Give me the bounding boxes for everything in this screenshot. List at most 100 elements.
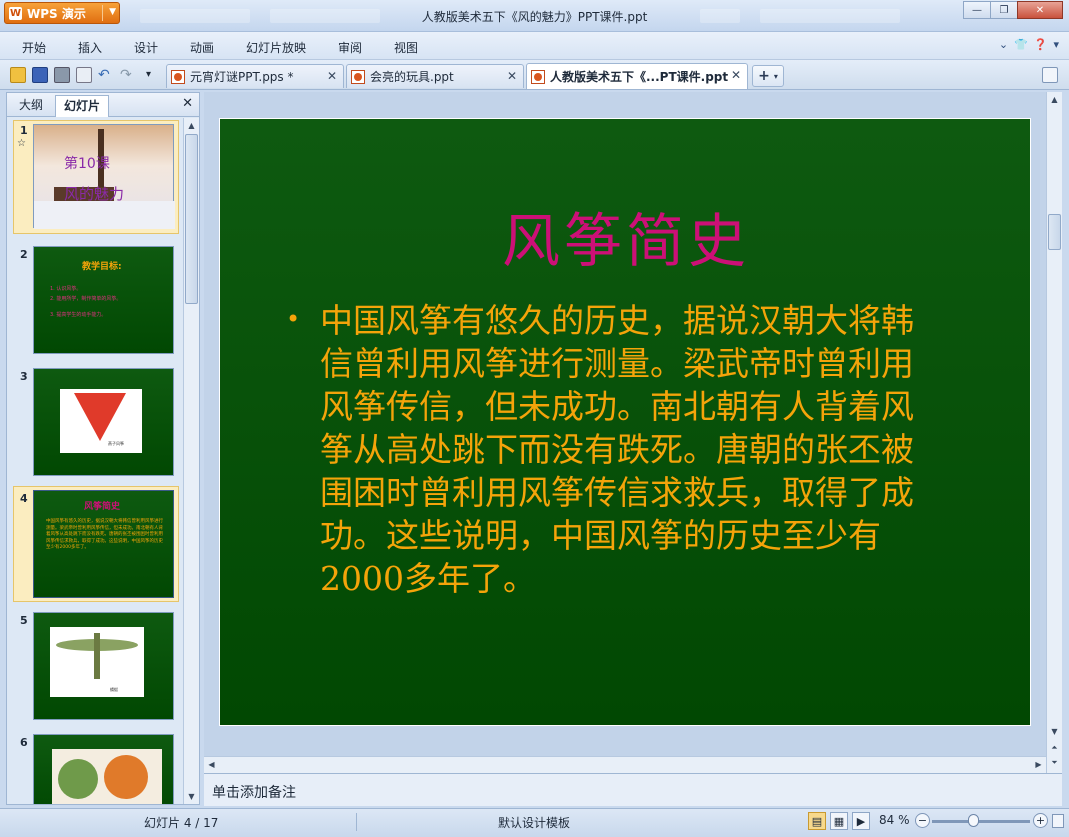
thumbnail-list: 1 ☆ 第10课 风的魅力 2 教学目标: 1. 认识风筝。 2. 能用所学，制…: [7, 118, 185, 804]
previous-slide-icon[interactable]: ⏶: [1047, 740, 1062, 755]
orange-fish-shape: [104, 755, 148, 799]
slide-body-text[interactable]: 中国风筝有悠久的历史，据说汉朝大将韩信曾利用风筝进行测量。梁武帝时曾利用风筝传信…: [320, 299, 940, 600]
thumbnail-number: 2: [20, 248, 28, 261]
thumbnail-number: 5: [20, 614, 28, 627]
tab-document-1[interactable]: 元宵灯谜PPT.pps * ✕: [166, 64, 344, 88]
design-template[interactable]: 默认设计模板: [498, 814, 570, 831]
tab-outline[interactable]: 大纲: [11, 95, 51, 117]
redo-icon[interactable]: ↷: [120, 67, 136, 83]
zoom-out-icon[interactable]: −: [915, 813, 930, 828]
scroll-up-icon[interactable]: ▲: [184, 118, 199, 133]
slide-thumbnail-1[interactable]: 第10课 风的魅力: [33, 124, 175, 229]
star-icon: ☆: [17, 138, 26, 149]
notes-placeholder[interactable]: 单击添加备注: [212, 782, 296, 802]
green-fish-shape: [58, 759, 98, 799]
slide-panel: 大纲 幻灯片 ✕ 1 ☆ 第10课 风的魅力 2 教学目标: 1. 认识风筝。 …: [6, 92, 200, 805]
slide-counter: 幻灯片 4 / 17: [144, 816, 219, 830]
red-kite-shape: [74, 393, 126, 441]
minimize-button[interactable]: —: [963, 1, 991, 19]
thumb-line: 1. 认识风筝。: [50, 286, 82, 292]
thumbnail-number: 4: [20, 492, 28, 505]
normal-view-icon[interactable]: ▤: [808, 812, 826, 830]
undo-icon[interactable]: ↶: [98, 67, 114, 83]
current-slide[interactable]: 风筝简史 • 中国风筝有悠久的历史，据说汉朝大将韩信曾利用风筝进行测量。梁武帝时…: [219, 118, 1031, 726]
zoom-slider-knob[interactable]: [968, 814, 979, 827]
menu-slideshow[interactable]: 幻灯片放映: [246, 39, 306, 56]
tab-document-2[interactable]: 会亮的玩具.ppt ✕: [346, 64, 524, 88]
horizontal-scrollbar[interactable]: ◀ ▶: [204, 756, 1046, 773]
close-button[interactable]: ✕: [1017, 1, 1063, 19]
ppt-file-icon: [531, 69, 545, 84]
print-icon[interactable]: [54, 67, 70, 83]
menu-review[interactable]: 审阅: [338, 39, 362, 56]
slide-thumbnail-3[interactable]: 燕子风筝: [33, 368, 174, 476]
ppt-file-icon: [171, 69, 185, 84]
slide-thumbnail-6[interactable]: [33, 734, 174, 804]
next-slide-icon[interactable]: ⏷: [1047, 755, 1062, 770]
dragonfly-image: 蜻蜓: [50, 627, 144, 697]
ribbon-collapse-icon[interactable]: ⌄: [999, 38, 1008, 51]
help-icon[interactable]: ❓: [1034, 38, 1048, 51]
customize-toolbar-icon[interactable]: ▾: [146, 67, 162, 83]
slide-thumbnail-4[interactable]: 风筝简史 中国风筝有悠久的历史，据说汉朝大将韩信曾利用风筝进行测量。梁武帝时曾利…: [33, 490, 174, 598]
tab-slides[interactable]: 幻灯片: [55, 95, 110, 117]
fit-window-icon[interactable]: [1052, 814, 1064, 828]
slide-thumbnail-5[interactable]: 蜻蜓: [33, 612, 174, 720]
fish-kite-image: [52, 749, 162, 804]
thumbnail-number: 1: [20, 124, 28, 137]
slide-title[interactable]: 风筝简史: [220, 194, 1032, 278]
close-panel-icon[interactable]: ✕: [182, 96, 193, 111]
menu-insert[interactable]: 插入: [78, 39, 102, 56]
scrollbar-thumb[interactable]: [1048, 214, 1061, 250]
slide-sorter-icon[interactable]: ▦: [830, 812, 848, 830]
thumb-heading: 风筝简史: [84, 502, 121, 512]
tab-label: 会亮的玩具.ppt: [370, 70, 454, 84]
bullet-icon: •: [286, 305, 301, 333]
print-preview-icon[interactable]: [76, 67, 92, 83]
skin-shirt-icon[interactable]: 👕: [1014, 38, 1028, 51]
close-tab-icon[interactable]: ✕: [731, 68, 741, 82]
scroll-down-icon[interactable]: ▼: [184, 789, 199, 804]
new-tab-button[interactable]: + ▾: [752, 65, 784, 87]
scroll-down-icon[interactable]: ▼: [1047, 724, 1062, 739]
thumb-line: 2. 能用所学，制作简单的风筝。: [50, 296, 122, 302]
scrollbar-thumb[interactable]: [185, 134, 198, 304]
zoom-slider[interactable]: [932, 820, 1030, 823]
help-dropdown-icon[interactable]: ▾: [1053, 38, 1059, 51]
close-tab-icon[interactable]: ✕: [507, 69, 517, 83]
scroll-right-icon[interactable]: ▶: [1031, 757, 1046, 772]
thumbnail-number: 3: [20, 370, 28, 383]
ppt-file-icon: [351, 69, 365, 84]
title-bar: W WPS 演示 ▼ 人教版美术五下《风的魅力》PPT课件.ppt — ❐ ✕: [0, 0, 1069, 32]
save-icon[interactable]: [32, 67, 48, 83]
image-caption: 燕子风筝: [108, 441, 124, 446]
close-tab-icon[interactable]: ✕: [327, 69, 337, 83]
kite-image: 燕子风筝: [60, 389, 142, 453]
thumb-body: 中国风筝有悠久的历史，据说汉朝大将韩信曾利用风筝进行测量。梁武帝时曾利用风筝传信…: [46, 519, 163, 550]
window-title: 人教版美术五下《风的魅力》PPT课件.ppt: [421, 10, 648, 24]
menu-bar: 开始 插入 设计 动画 幻灯片放映 审阅 视图 ⌄ 👕 ❓ ▾: [0, 32, 1069, 60]
open-folder-icon[interactable]: [10, 67, 26, 83]
tab-label: 元宵灯谜PPT.pps *: [190, 70, 294, 84]
zoom-level[interactable]: 84 %: [879, 813, 910, 827]
thumbnail-scrollbar[interactable]: ▲ ▼: [183, 118, 199, 804]
slide-canvas: 风筝简史 • 中国风筝有悠久的历史，据说汉朝大将韩信曾利用风筝进行测量。梁武帝时…: [204, 92, 1046, 756]
tab-label: 人教版美术五下《...PT课件.ppt: [550, 70, 729, 84]
scroll-left-icon[interactable]: ◀: [204, 757, 219, 772]
zoom-in-icon[interactable]: +: [1033, 813, 1048, 828]
menu-view[interactable]: 视图: [394, 39, 418, 56]
menu-animation[interactable]: 动画: [190, 39, 214, 56]
thumb-line1: 第10课: [64, 156, 110, 172]
canvas-scrollbar[interactable]: ▲ ▼ ⏶ ⏷: [1046, 92, 1062, 773]
menu-design[interactable]: 设计: [134, 39, 158, 56]
tab-document-3[interactable]: 人教版美术五下《...PT课件.ppt ✕: [526, 63, 748, 89]
menu-home[interactable]: 开始: [22, 39, 46, 56]
maximize-button[interactable]: ❐: [990, 1, 1018, 19]
scroll-up-icon[interactable]: ▲: [1047, 92, 1062, 107]
thumb-heading: 教学目标:: [82, 262, 122, 272]
notes-pane[interactable]: 单击添加备注: [204, 773, 1062, 806]
slide-thumbnail-2[interactable]: 教学目标: 1. 认识风筝。 2. 能用所学，制作简单的风筝。 3. 提高学生的…: [33, 246, 174, 354]
slideshow-view-icon[interactable]: ▶: [852, 812, 870, 830]
window-layout-icon[interactable]: [1042, 67, 1058, 83]
status-bar: 幻灯片 4 / 17 默认设计模板 ▤ ▦ ▶ 84 % − +: [0, 808, 1069, 837]
